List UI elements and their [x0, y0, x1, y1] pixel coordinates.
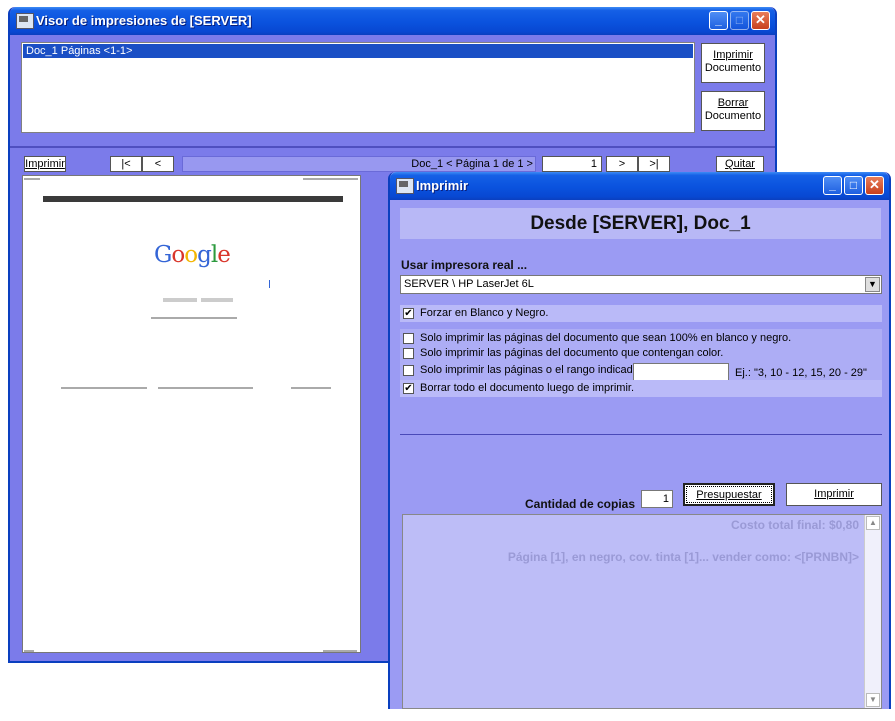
- preview-footer-2: [158, 387, 253, 389]
- print-document-label-1: Imprimir: [713, 49, 753, 61]
- preview-logo: Google: [154, 242, 231, 268]
- only-bw-checkbox[interactable]: [403, 333, 414, 344]
- force-bw-label: Forzar en Blanco y Negro.: [420, 307, 549, 319]
- prev-page-button[interactable]: <: [142, 156, 174, 172]
- only-color-checkbox[interactable]: [403, 348, 414, 359]
- printer-label: Usar impresora real ...: [401, 258, 528, 272]
- minimize-icon[interactable]: _: [709, 11, 728, 30]
- printer-app-icon: [396, 178, 414, 194]
- print-document-button[interactable]: Imprimir Documento: [701, 43, 765, 83]
- divider: [400, 434, 882, 435]
- only-range-checkbox[interactable]: [403, 365, 414, 376]
- divider: [10, 146, 775, 148]
- list-item[interactable]: Doc_1 Páginas <1-1>: [23, 44, 693, 58]
- preview-browser-bar: [43, 196, 343, 202]
- print-dialog: Imprimir _ □ ✕ Desde [SERVER], Doc_1 Usa…: [388, 172, 891, 709]
- quit-button[interactable]: Quitar: [716, 156, 764, 172]
- only-range-label: Solo imprimir las páginas o el rango ind…: [420, 364, 642, 376]
- scroll-down-icon[interactable]: ▼: [866, 693, 880, 707]
- dialog-titlebar[interactable]: Imprimir _ □ ✕: [390, 172, 889, 200]
- document-list[interactable]: Doc_1 Páginas <1-1>: [21, 42, 695, 133]
- page-number-input[interactable]: 1: [542, 156, 602, 172]
- viewer-titlebar[interactable]: Visor de impresiones de [SERVER] _ □ ✕: [10, 7, 775, 35]
- preview-cursor: [269, 280, 270, 288]
- printer-select[interactable]: SERVER \ HP LaserJet 6L ▼: [400, 275, 882, 294]
- close-icon[interactable]: ✕: [865, 176, 884, 195]
- viewer-title: Visor de impresiones de [SERVER]: [36, 13, 252, 28]
- force-bw-checkbox[interactable]: ✔: [403, 308, 414, 319]
- preview-lucky-button: [201, 298, 233, 302]
- delete-after-label: Borrar todo el documento luego de imprim…: [420, 382, 634, 394]
- delete-document-label-1: Borrar: [717, 97, 749, 109]
- scroll-up-icon[interactable]: ▲: [866, 516, 880, 530]
- page-range-input[interactable]: [633, 363, 729, 381]
- print-button[interactable]: Imprimir: [24, 156, 66, 172]
- preview-footer-3: [291, 387, 331, 389]
- copies-label: Cantidad de copias: [525, 497, 636, 511]
- preview-link-line: [151, 317, 237, 319]
- cost-result-panel[interactable]: Costo total final: $0,80 Página [1], en …: [402, 514, 882, 709]
- delete-after-checkbox[interactable]: ✔: [403, 383, 414, 394]
- dialog-title: Imprimir: [416, 178, 469, 193]
- preview-header-url: [303, 178, 358, 180]
- preview-page-footer-left: [24, 650, 34, 652]
- print-document-label-2: Documento: [704, 62, 762, 74]
- page-indicator: Doc_1 < Página 1 de 1 >: [182, 156, 536, 172]
- delete-document-label-2: Documento: [704, 110, 762, 122]
- dialog-header: Desde [SERVER], Doc_1: [400, 208, 881, 239]
- first-page-button[interactable]: |<: [110, 156, 142, 172]
- preview-search-button: [163, 298, 197, 302]
- only-color-label: Solo imprimir las páginas del documento …: [420, 347, 724, 359]
- next-page-button[interactable]: >: [606, 156, 638, 172]
- print-confirm-button[interactable]: Imprimir: [786, 483, 882, 506]
- preview-header-text: [24, 178, 40, 180]
- maximize-icon[interactable]: □: [844, 176, 863, 195]
- last-page-button[interactable]: >|: [638, 156, 670, 172]
- page-preview[interactable]: Google: [22, 175, 361, 653]
- result-scrollbar[interactable]: ▲ ▼: [864, 515, 881, 708]
- maximize-icon[interactable]: □: [730, 11, 749, 30]
- minimize-icon[interactable]: _: [823, 176, 842, 195]
- only-bw-label: Solo imprimir las páginas del documento …: [420, 332, 792, 344]
- printer-select-value: SERVER \ HP LaserJet 6L: [404, 278, 534, 290]
- budget-button[interactable]: Presupuestar: [683, 483, 775, 506]
- total-cost: Costo total final: $0,80: [730, 518, 859, 532]
- copies-input[interactable]: 1: [641, 490, 673, 508]
- cost-detail: Página [1], en negro, cov. tinta [1]... …: [507, 550, 859, 564]
- preview-page-footer-right: [323, 650, 357, 652]
- range-hint: Ej.: "3, 10 - 12, 15, 20 - 29": [735, 367, 867, 379]
- chevron-down-icon[interactable]: ▼: [865, 277, 880, 292]
- printer-app-icon: [16, 13, 34, 29]
- preview-footer-1: [61, 387, 147, 389]
- delete-document-button[interactable]: Borrar Documento: [701, 91, 765, 131]
- close-icon[interactable]: ✕: [751, 11, 770, 30]
